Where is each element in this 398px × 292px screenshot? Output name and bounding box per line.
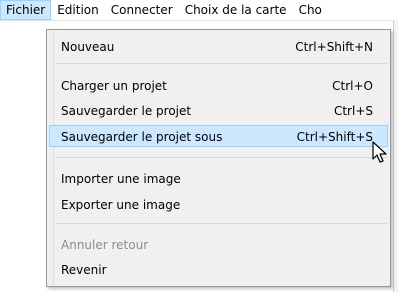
menu-item-revenir[interactable]: Revenir: [49, 258, 388, 280]
menu-cho-truncated[interactable]: Cho: [293, 0, 328, 20]
menu-edition[interactable]: Edition: [51, 0, 105, 20]
menu-item-label: Charger un projet: [61, 79, 167, 93]
menu-item-label: Sauvegarder le projet sous: [61, 130, 223, 144]
menu-item-charger-un-projet[interactable]: Charger un projet Ctrl+O: [49, 74, 388, 96]
menu-item-shortcut: Ctrl+O: [332, 79, 373, 93]
menu-separator: [57, 63, 387, 64]
menu-item-sauvegarder-le-projet[interactable]: Sauvegarder le projet Ctrl+S: [49, 99, 388, 121]
menu-connecter[interactable]: Connecter: [105, 0, 179, 20]
menu-item-label: Nouveau: [61, 40, 115, 54]
menu-item-label: Annuler retour: [61, 238, 149, 252]
menu-item-shortcut: Ctrl+S: [333, 104, 373, 118]
background-window-edge: [393, 20, 398, 292]
menu-item-importer-une-image[interactable]: Importer une image: [49, 167, 388, 189]
menu-item-label: Sauvegarder le projet: [61, 104, 192, 118]
menu-item-label: Revenir: [61, 263, 107, 277]
menu-item-label: Importer une image: [61, 172, 181, 186]
mouse-pointer-icon: [372, 141, 387, 163]
menu-fichier[interactable]: Fichier: [0, 0, 52, 20]
menu-item-shortcut: Ctrl+Shift+S: [296, 130, 373, 144]
menu-separator: [57, 157, 387, 158]
menu-bar: Fichier Edition Connecter Choix de la ca…: [0, 0, 398, 21]
menu-separator: [57, 223, 387, 224]
menu-item-sauvegarder-le-projet-sous[interactable]: Sauvegarder le projet sous Ctrl+Shift+S: [49, 125, 388, 147]
menu-item-annuler-retour: Annuler retour: [49, 233, 388, 255]
menu-item-shortcut: Ctrl+Shift+N: [295, 40, 373, 54]
menu-item-nouveau[interactable]: Nouveau Ctrl+Shift+N: [49, 35, 388, 57]
menu-item-label: Exporter une image: [61, 198, 181, 212]
file-menu-dropdown: Nouveau Ctrl+Shift+N Charger un projet C…: [46, 29, 391, 287]
menu-item-exporter-une-image[interactable]: Exporter une image: [49, 193, 388, 215]
menu-choix-de-la-carte[interactable]: Choix de la carte: [179, 0, 293, 20]
